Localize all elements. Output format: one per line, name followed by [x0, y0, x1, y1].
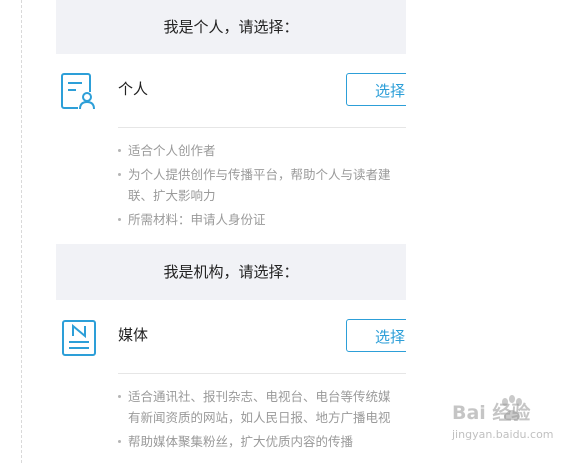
list-item-continuation: 有新闻资质的网站，如人民日报、地方广播电视 — [128, 410, 391, 425]
select-personal-button[interactable]: 选择 — [346, 73, 406, 106]
baidu-jingyan-watermark: Bai 经验 jingyan.baidu.com — [452, 392, 578, 456]
news-document-icon — [62, 320, 96, 356]
list-item-continuation: 联、扩大影响力 — [128, 188, 216, 203]
personal-requirements-list: 适合个人创作者 为个人提供创作与传播平台，帮助个人与读者建 联、扩大影响力 所需… — [118, 140, 406, 233]
list-item: 为个人提供创作与传播平台，帮助个人与读者建 — [118, 164, 406, 185]
media-requirements-list: 适合通讯社、报刊杂志、电视台、电台等传统媒 有新闻资质的网站，如人民日报、地方广… — [118, 386, 406, 455]
media-divider — [118, 373, 406, 374]
select-media-button[interactable]: 选择 — [346, 319, 406, 352]
media-option-title: 媒体 — [118, 326, 149, 344]
personal-divider — [118, 127, 406, 128]
dashed-guide-line — [21, 0, 22, 463]
personal-section-header: 我是个人，请选择： — [56, 0, 406, 54]
registration-type-page: 我是个人，请选择： 个人 选择 适合个人创作者 为个人提供创作与传播平台，帮助个… — [0, 0, 586, 463]
account-type-panel: 我是个人，请选择： 个人 选择 适合个人创作者 为个人提供创作与传播平台，帮助个… — [56, 0, 406, 463]
watermark-url: jingyan.baidu.com — [452, 428, 554, 441]
personal-option-title: 个人 — [118, 80, 149, 98]
media-option-row: 媒体 选择 — [56, 300, 406, 372]
list-item: 所需材料：申请人身份证 — [118, 209, 406, 230]
org-section-header: 我是机构，请选择： — [56, 244, 406, 300]
list-item: 帮助媒体聚集粉丝，扩大优质内容的传播 — [118, 431, 406, 452]
personal-option-row: 个人 选择 — [56, 54, 406, 126]
list-item: 适合个人创作者 — [118, 140, 406, 161]
paw-icon — [502, 395, 522, 421]
list-item: 适合通讯社、报刊杂志、电视台、电台等传统媒 — [118, 386, 406, 407]
person-document-icon — [61, 73, 96, 110]
